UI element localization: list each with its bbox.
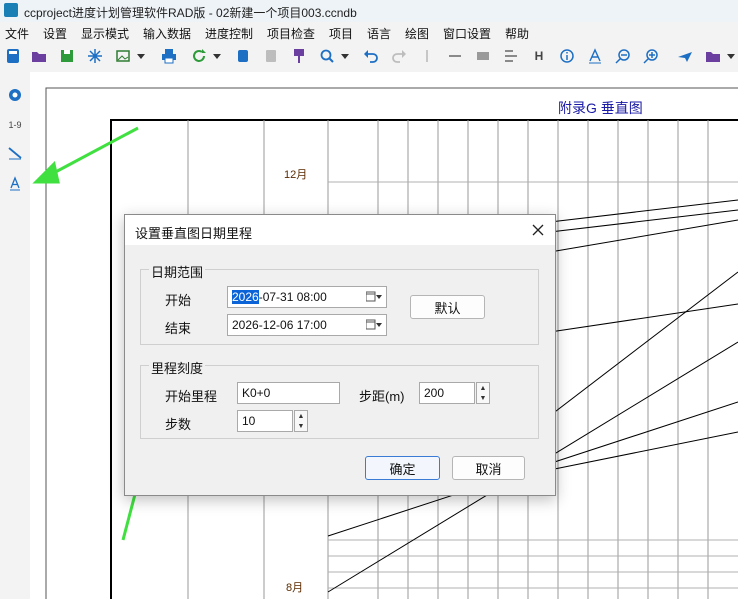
- app-icon: [4, 3, 18, 17]
- menu-help[interactable]: 帮助: [505, 25, 529, 42]
- window-title: ccproject进度计划管理软件RAD版 - 02新建一个项目003.ccnd…: [24, 6, 357, 20]
- step-distance-input[interactable]: 200: [419, 382, 475, 404]
- dialog-title: 设置垂直图日期里程: [135, 226, 253, 241]
- dropdown-arrow-icon[interactable]: [726, 47, 736, 65]
- folder-icon[interactable]: [704, 47, 722, 65]
- start-mileage-label: 开始里程: [165, 389, 218, 404]
- start-date-field[interactable]: 2026-07-31 08:00: [227, 286, 387, 308]
- menu-progress[interactable]: 进度控制: [205, 25, 253, 42]
- menu-window[interactable]: 窗口设置: [443, 25, 491, 42]
- date-range-label: 日期范围: [149, 262, 206, 281]
- dropdown-arrow-icon[interactable]: [340, 47, 350, 65]
- open-folder-icon[interactable]: [30, 47, 48, 65]
- zoom-out-icon[interactable]: [614, 47, 632, 65]
- text-a-icon[interactable]: [586, 47, 604, 65]
- step-distance-spinner[interactable]: ▲ ▼: [476, 382, 490, 404]
- close-icon[interactable]: [529, 221, 547, 239]
- print-icon[interactable]: [160, 47, 178, 65]
- refresh-icon[interactable]: [190, 47, 208, 65]
- title-bar: ccproject进度计划管理软件RAD版 - 02新建一个项目003.ccnd…: [0, 0, 738, 22]
- line-icon[interactable]: [446, 47, 464, 65]
- start-date-selected: 2026: [232, 290, 259, 304]
- default-button[interactable]: 默认: [410, 295, 485, 319]
- search-icon[interactable]: [318, 47, 336, 65]
- toolbar: H: [0, 42, 738, 72]
- start-date-label: 开始: [165, 293, 192, 308]
- text-tool-icon[interactable]: [6, 174, 24, 192]
- step-count-spinner[interactable]: ▲ ▼: [294, 410, 308, 432]
- step-count-label: 步数: [165, 417, 192, 432]
- menu-bar: 文件 设置 显示模式 输入数据 进度控制 项目检查 项目 语言 绘图 窗口设置 …: [0, 22, 738, 42]
- undo-icon[interactable]: [362, 47, 380, 65]
- align-icon[interactable]: [502, 47, 520, 65]
- info-icon[interactable]: [558, 47, 576, 65]
- end-date-value: 2026-12-06 17:00: [232, 318, 327, 332]
- spin-up-icon[interactable]: ▲: [295, 411, 307, 421]
- menu-display[interactable]: 显示模式: [81, 25, 129, 42]
- set-date-mileage-dialog: 设置垂直图日期里程 日期范围 开始 2026-07-31 08:00 结束 20…: [124, 214, 556, 496]
- mileage-scale-label: 里程刻度: [149, 358, 206, 377]
- menu-language[interactable]: 语言: [367, 25, 391, 42]
- paste-icon[interactable]: [262, 47, 280, 65]
- end-date-field[interactable]: 2026-12-06 17:00: [227, 314, 387, 336]
- menu-input[interactable]: 输入数据: [143, 25, 191, 42]
- snowflake-icon[interactable]: [86, 47, 104, 65]
- image-icon[interactable]: [114, 47, 132, 65]
- spin-up-icon[interactable]: ▲: [477, 383, 489, 393]
- h-text-icon[interactable]: H: [530, 47, 548, 65]
- step-distance-label: 步距(m): [359, 389, 405, 404]
- calendar-dropdown-icon[interactable]: [366, 318, 382, 332]
- menu-file[interactable]: 文件: [5, 25, 29, 42]
- dialog-title-bar: 设置垂直图日期里程: [125, 215, 555, 245]
- month-label-top: 12月: [284, 169, 308, 181]
- plane-icon[interactable]: [676, 47, 694, 65]
- scale-icon[interactable]: 1-9: [6, 116, 24, 134]
- separator-icon: [418, 47, 436, 65]
- diagonal-line-icon[interactable]: [6, 144, 24, 162]
- start-date-rest: -07-31 08:00: [258, 290, 327, 304]
- spin-down-icon[interactable]: ▼: [477, 393, 489, 403]
- end-date-label: 结束: [165, 321, 192, 336]
- spin-down-icon[interactable]: ▼: [295, 421, 307, 431]
- left-toolbar: 1-9: [0, 72, 30, 599]
- brush-icon[interactable]: [290, 47, 308, 65]
- dropdown-arrow-icon[interactable]: [136, 47, 146, 65]
- copy-icon[interactable]: [234, 47, 252, 65]
- zoom-in-icon[interactable]: [642, 47, 660, 65]
- save-icon[interactable]: [58, 47, 76, 65]
- dropdown-arrow-icon[interactable]: [212, 47, 222, 65]
- calendar-dropdown-icon[interactable]: [366, 290, 382, 304]
- menu-settings[interactable]: 设置: [43, 25, 67, 42]
- redo-icon[interactable]: [390, 47, 408, 65]
- new-file-icon[interactable]: [4, 47, 22, 65]
- cancel-button[interactable]: 取消: [452, 456, 525, 480]
- month-label-bottom: 8月: [286, 582, 304, 594]
- appendix-title: 附录G 垂直图: [558, 100, 643, 116]
- menu-check[interactable]: 项目检查: [267, 25, 315, 42]
- menu-project[interactable]: 项目: [329, 25, 353, 42]
- step-count-input[interactable]: 10: [237, 410, 293, 432]
- ok-button[interactable]: 确定: [365, 456, 440, 480]
- rectangle-icon[interactable]: [474, 47, 492, 65]
- menu-drawing[interactable]: 绘图: [405, 25, 429, 42]
- start-mileage-input[interactable]: K0+0: [237, 382, 340, 404]
- camera-icon[interactable]: [6, 86, 24, 104]
